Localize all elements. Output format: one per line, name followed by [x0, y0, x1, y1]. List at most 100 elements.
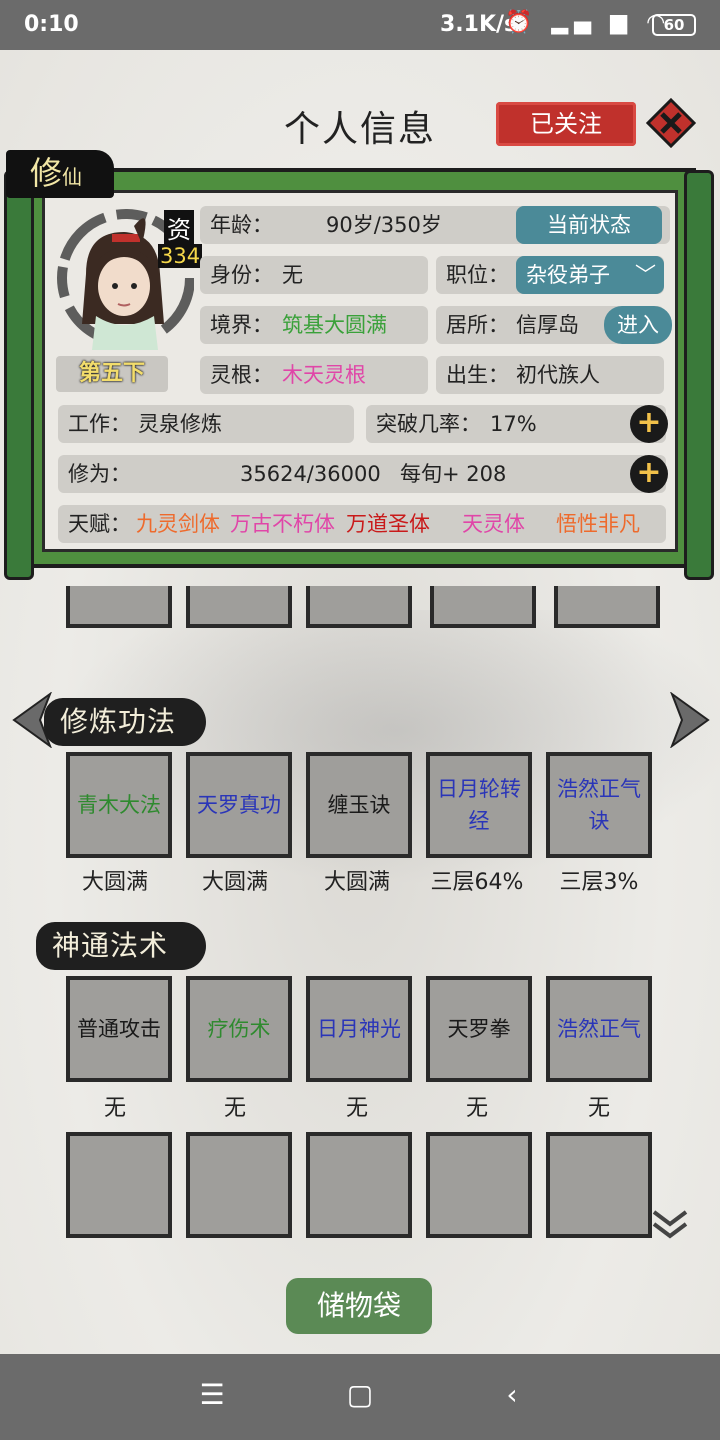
back-nav-button[interactable]: ‹: [492, 1378, 532, 1418]
residence-value: 信厚岛: [516, 313, 579, 337]
position-label: 职位：: [446, 263, 509, 287]
empty-skill-slot[interactable]: [426, 1132, 532, 1238]
hidden-slot[interactable]: [66, 586, 172, 628]
plus-icon: +: [636, 405, 662, 440]
storage-bag-button[interactable]: 储物袋: [286, 1278, 432, 1334]
skill-slot[interactable]: 疗伤术: [186, 976, 292, 1082]
identity-value: 无: [282, 263, 303, 287]
enter-button[interactable]: 进入: [604, 306, 672, 344]
home-icon: ▢: [346, 1378, 374, 1411]
technique-slot[interactable]: 青木大法: [66, 752, 172, 858]
back-icon: ‹: [506, 1378, 518, 1411]
rank-text: 第五下: [78, 361, 145, 386]
close-button[interactable]: [645, 97, 697, 149]
skill-level: 无: [465, 1096, 488, 1121]
menu-nav-button[interactable]: ☰: [192, 1378, 232, 1418]
skill-name: 天罗拳: [447, 1017, 511, 1041]
talent-label: 天赋：: [68, 512, 131, 536]
empty-skill-slot[interactable]: [546, 1132, 652, 1238]
technique-slot[interactable]: 天罗真功: [186, 752, 292, 858]
cultivation-plus-button[interactable]: +: [630, 455, 668, 493]
talent-3: 万道圣体: [346, 512, 430, 536]
birth-label: 出生：: [446, 363, 509, 387]
plus-icon: +: [636, 455, 662, 490]
cultivation-field: 修为： 35624/36000 每旬+ 208: [58, 455, 666, 493]
skill-slot[interactable]: 普通攻击: [66, 976, 172, 1082]
work-value: 灵泉修炼: [138, 412, 222, 436]
current-status-button[interactable]: 当前状态: [516, 206, 662, 244]
menu-icon: ☰: [199, 1378, 225, 1411]
technique-slot[interactable]: 缠玉诀: [306, 752, 412, 858]
realm-value: 筑基大圆满: [282, 313, 387, 337]
techniques-title: 修炼功法: [44, 698, 206, 746]
system-nav-bar: ☰ ▢ ‹: [0, 1354, 720, 1440]
root-field: 灵根： 木天灵根: [200, 356, 428, 394]
close-icon: [645, 97, 697, 149]
skill-slot[interactable]: 浩然正气: [546, 976, 652, 1082]
aptitude-label: 资: [164, 210, 194, 245]
hidden-slot[interactable]: [186, 586, 292, 628]
empty-skill-slot[interactable]: [306, 1132, 412, 1238]
double-chevron-down-icon: [652, 1210, 688, 1239]
battery-icon: 60: [652, 14, 696, 36]
residence-label: 居所：: [446, 313, 509, 337]
birth-field: 出生： 初代族人: [436, 356, 664, 394]
technique-name: 青木大法: [77, 793, 161, 817]
technique-name: 日月轮转经: [437, 777, 521, 833]
realm-label: 境界：: [210, 313, 273, 337]
cultivation-label: 修为：: [68, 462, 131, 486]
talent-5: 悟性非凡: [556, 512, 640, 536]
skill-slot[interactable]: 日月神光: [306, 976, 412, 1082]
technique-name: 天罗真功: [197, 793, 281, 817]
skill-slot[interactable]: 天罗拳: [426, 976, 532, 1082]
home-nav-button[interactable]: ▢: [340, 1378, 380, 1418]
hidden-slot[interactable]: [430, 586, 536, 628]
talent-field: 天赋： 九灵剑体 万古不朽体 万道圣体 天灵体 悟性非凡: [58, 505, 666, 543]
tag-sub: 仙: [62, 165, 83, 189]
empty-skill-slot[interactable]: [186, 1132, 292, 1238]
root-value: 木天灵根: [282, 363, 366, 387]
technique-name: 浩然正气诀: [557, 777, 641, 833]
empty-skill-slot[interactable]: [66, 1132, 172, 1238]
skill-name: 浩然正气: [557, 1017, 641, 1041]
skill-name: 普通攻击: [77, 1017, 161, 1041]
chevron-down-icon: ﹀: [635, 263, 656, 287]
age-label: 年龄：: [210, 213, 273, 237]
hidden-slot[interactable]: [554, 586, 660, 628]
hidden-slot[interactable]: [306, 586, 412, 628]
cultivation-value: 35624/36000: [240, 462, 381, 486]
breakthrough-plus-button[interactable]: +: [630, 405, 668, 443]
technique-progress: 大圆满: [323, 870, 390, 895]
status-icons: ⏰ ▂▄ ▆ ◠: [505, 10, 672, 35]
skill-name: 日月神光: [317, 1017, 401, 1041]
realm-field: 境界： 筑基大圆满: [200, 306, 428, 344]
tag-main: 修: [30, 154, 63, 192]
technique-progress: 三层64%: [430, 870, 524, 895]
expand-button[interactable]: [650, 1204, 690, 1244]
technique-progress: 大圆满: [201, 870, 268, 895]
status-bar: 0:10 3.1K/s ⏰ ▂▄ ▆ ◠ 60: [0, 0, 720, 50]
talent-2: 万古不朽体: [230, 512, 335, 536]
aptitude-value: 334: [158, 244, 203, 268]
skill-level: 无: [587, 1096, 610, 1121]
work-field: 工作： 灵泉修炼: [58, 405, 354, 443]
next-page-button[interactable]: [668, 691, 712, 749]
technique-slot[interactable]: 浩然正气诀: [546, 752, 652, 858]
breakthrough-label: 突破几率：: [376, 412, 481, 436]
technique-progress: 三层3%: [559, 870, 639, 895]
identity-label: 身份：: [210, 263, 273, 287]
rank-badge: 第五下: [56, 356, 168, 392]
identity-field: 身份： 无: [200, 256, 428, 294]
skill-level: 无: [345, 1096, 368, 1121]
scroll-rod-left: [4, 170, 34, 580]
skill-level: 无: [103, 1096, 126, 1121]
position-dropdown[interactable]: 杂役弟子 ﹀: [516, 256, 664, 294]
technique-slot[interactable]: 日月轮转经: [426, 752, 532, 858]
skill-name: 疗伤术: [207, 1017, 271, 1041]
follow-button[interactable]: 已关注: [496, 102, 636, 146]
work-label: 工作：: [68, 412, 131, 436]
talent-1: 九灵剑体: [136, 512, 220, 536]
technique-name: 缠玉诀: [327, 793, 391, 817]
skills-title: 神通法术: [36, 922, 206, 970]
scroll-rod-right: [684, 170, 714, 580]
